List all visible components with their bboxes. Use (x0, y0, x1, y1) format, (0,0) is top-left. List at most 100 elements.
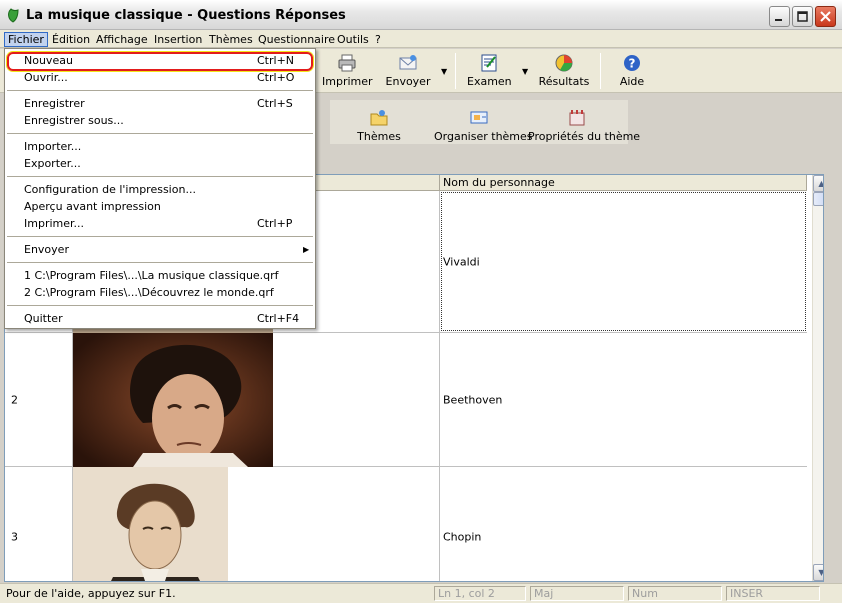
maximize-icon (797, 11, 808, 22)
menu-item-label: Imprimer... (24, 217, 85, 230)
row-name: Beethoven (443, 393, 503, 406)
vertical-scrollbar[interactable]: ▲ ▼ (812, 175, 824, 581)
themes-label: Thèmes (357, 130, 401, 143)
menu-separator (7, 305, 313, 306)
menu-item-shortcut: Ctrl+O (257, 71, 295, 84)
menu-item-label: Configuration de l'impression... (24, 183, 196, 196)
scroll-down-button[interactable]: ▼ (813, 564, 824, 581)
row-number-cell[interactable]: 2 (5, 333, 73, 466)
menu-item-enregistrer[interactable]: Enregistrer Ctrl+S (7, 95, 313, 112)
menu-item-recent-1[interactable]: 1 C:\Program Files\...\La musique classi… (7, 267, 313, 284)
menu-separator (7, 176, 313, 177)
image-cell[interactable] (73, 467, 440, 581)
menu-item-recent-2[interactable]: 2 C:\Program Files\...\Découvrez le mond… (7, 284, 313, 301)
menu-item-label: 2 C:\Program Files\...\Découvrez le mond… (24, 286, 274, 299)
menu-item-label: Quitter (24, 312, 63, 325)
minimize-button[interactable] (769, 6, 790, 27)
name-cell[interactable]: Chopin (440, 467, 807, 581)
status-num: Num (628, 586, 722, 601)
status-bar: Pour de l'aide, appuyez sur F1. Ln 1, co… (0, 583, 842, 603)
toolbar-separator (600, 53, 601, 89)
menu-outils[interactable]: Outils (334, 32, 372, 47)
menu-item-importer[interactable]: Importer... (7, 138, 313, 155)
menu-separator (7, 262, 313, 263)
scroll-thumb[interactable] (813, 192, 823, 206)
exam-dropdown-icon[interactable]: ▼ (522, 67, 528, 76)
beethoven-portrait-image (73, 333, 273, 467)
leaf-app-icon (8, 8, 19, 23)
status-position: Ln 1, col 2 (434, 586, 526, 601)
table-row[interactable]: 2 Beethoven (5, 333, 807, 467)
results-button[interactable]: Résultats (538, 51, 590, 91)
close-icon (820, 11, 831, 22)
menu-bar: Fichier Édition Affichage Insertion Thèm… (0, 30, 842, 48)
menu-item-enregistrer-sous[interactable]: Enregistrer sous... (7, 112, 313, 129)
menu-separator (7, 236, 313, 237)
help-button[interactable]: ? Aide (614, 51, 650, 91)
menu-separator (7, 133, 313, 134)
menu-item-label: Enregistrer (24, 97, 85, 110)
chopin-portrait-image (73, 467, 228, 581)
image-cell[interactable] (73, 333, 440, 467)
send-label: Envoyer (385, 75, 431, 88)
folder-theme-icon (370, 110, 388, 126)
table-row[interactable]: 3 Chopin (5, 467, 807, 581)
envelope-icon (399, 55, 417, 70)
name-cell[interactable]: Beethoven (440, 333, 807, 466)
exam-sheet-icon (481, 54, 497, 72)
exam-button[interactable]: Examen (467, 51, 512, 91)
menu-edition[interactable]: Édition (49, 32, 93, 47)
svg-text:?: ? (629, 57, 636, 71)
menu-item-shortcut: Ctrl+F4 (257, 312, 300, 325)
theme-properties-label: Propriétés du thème (528, 130, 641, 143)
menu-item-exporter[interactable]: Exporter... (7, 155, 313, 172)
help-icon: ? (624, 55, 640, 71)
menu-item-label: Ouvrir... (24, 71, 68, 84)
row-name: Chopin (443, 530, 482, 543)
menu-item-label: Enregistrer sous... (24, 114, 124, 127)
send-dropdown-icon[interactable]: ▼ (441, 67, 447, 76)
menu-item-label: Envoyer (24, 243, 69, 256)
chevron-down-icon: ▼ (818, 568, 824, 577)
menu-item-label: 1 C:\Program Files\...\La musique classi… (24, 269, 279, 282)
close-button[interactable] (815, 6, 836, 27)
menu-fichier[interactable]: Fichier (4, 32, 48, 47)
submenu-arrow-icon: ▶ (303, 245, 310, 254)
menu-item-imprimer[interactable]: Imprimer... Ctrl+P (7, 215, 313, 232)
pie-chart-icon (555, 54, 573, 72)
menu-item-shortcut: Ctrl+P (257, 217, 293, 230)
menu-item-quitter[interactable]: Quitter Ctrl+F4 (7, 310, 313, 327)
nouveau-highlight-annotation (7, 52, 313, 71)
minimize-icon (775, 19, 782, 21)
print-button[interactable]: Imprimer (322, 51, 373, 91)
organize-themes-button[interactable]: Organiser thèmes (434, 106, 533, 146)
header-name[interactable]: Nom du personnage (440, 175, 807, 191)
menu-item-apercu[interactable]: Aperçu avant impression (7, 198, 313, 215)
toolbar-separator (455, 53, 456, 89)
chevron-up-icon: ▲ (818, 179, 824, 188)
status-inser: INSER (726, 586, 820, 601)
menu-separator (7, 90, 313, 91)
printer-icon (338, 54, 356, 72)
name-cell[interactable]: Vivaldi (440, 191, 807, 332)
menu-questionnaire[interactable]: Questionnaire (255, 32, 338, 47)
menu-item-config-impression[interactable]: Configuration de l'impression... (7, 181, 313, 198)
organize-themes-label: Organiser thèmes (434, 130, 533, 143)
menu-item-label: Exporter... (24, 157, 81, 170)
menu-affichage[interactable]: Affichage (93, 32, 151, 47)
menu-themes[interactable]: Thèmes (206, 32, 256, 47)
menu-item-ouvrir[interactable]: Ouvrir... Ctrl+O (7, 69, 313, 86)
status-help-text: Pour de l'aide, appuyez sur F1. (6, 587, 176, 600)
themes-button[interactable]: Thèmes (354, 106, 404, 146)
theme-properties-button[interactable]: Propriétés du thème (528, 106, 641, 146)
theme-properties-icon (569, 110, 585, 126)
menu-help[interactable]: ? (372, 32, 384, 47)
window-title: La musique classique - Questions Réponse… (26, 8, 346, 23)
scroll-up-button[interactable]: ▲ (813, 175, 824, 192)
menu-item-envoyer[interactable]: Envoyer ▶ (7, 241, 313, 258)
maximize-button[interactable] (792, 6, 813, 27)
send-button[interactable]: Envoyer (384, 51, 432, 91)
menu-item-shortcut: Ctrl+S (257, 97, 293, 110)
menu-insertion[interactable]: Insertion (151, 32, 205, 47)
row-number-cell[interactable]: 3 (5, 467, 73, 581)
